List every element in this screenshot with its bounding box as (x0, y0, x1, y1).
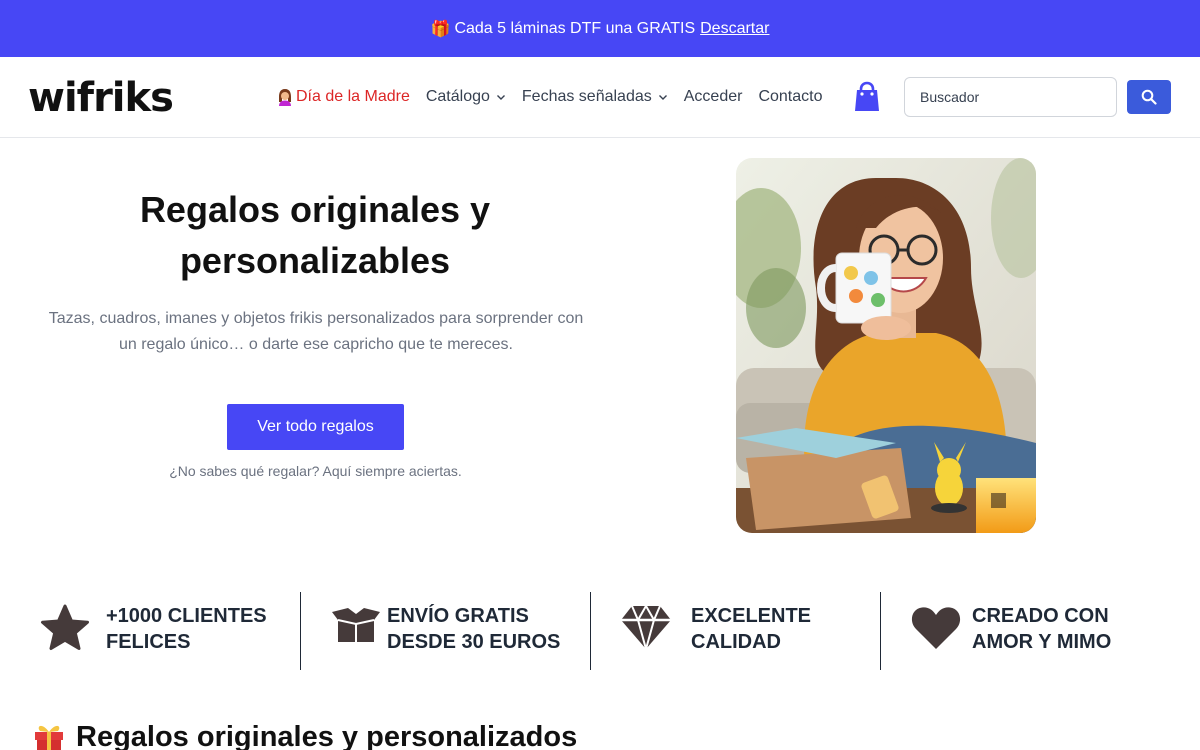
feature-quality: EXCELENTE CALIDAD (591, 592, 880, 670)
nav-item-acceder[interactable]: Acceder (684, 88, 743, 106)
diamond-icon (621, 604, 671, 650)
dismiss-link[interactable]: Descartar (700, 20, 769, 38)
nav-label: Contacto (758, 88, 823, 105)
feature-love: CREADO CON AMOR Y MIMO (881, 592, 1181, 670)
promo-text: Cada 5 láminas DTF una GRATIS (454, 19, 696, 37)
view-all-gifts-button[interactable]: Ver todo regalos (227, 404, 404, 450)
hero-image (736, 158, 1036, 533)
nav-label: Día de la Madre (296, 88, 410, 105)
feature-line2: FELICES (106, 631, 191, 653)
main-nav: Día de la Madre Catálogo Fechas señalada… (276, 85, 839, 109)
nav-item-contacto[interactable]: Contacto (758, 88, 822, 106)
feature-line2: AMOR Y MIMO (972, 631, 1112, 653)
section-title: Regalos originales y personalizados (32, 720, 577, 750)
feature-line1: CREADO CON (972, 605, 1109, 627)
woman-emoji-icon (279, 89, 291, 106)
logo[interactable]: wifriks (28, 75, 174, 121)
heart-icon (911, 607, 961, 649)
section-title-text: Regalos originales y personalizados (76, 720, 578, 750)
box-icon (332, 608, 380, 642)
feature-line2: DESDE 30 EUROS (387, 631, 561, 653)
site-header: wifriks Día de la Madre Catálogo Fechas … (0, 57, 1200, 138)
features-row: +1000 CLIENTES FELICES ENVÍO GRATIS DESD… (0, 592, 1200, 672)
hero-subtitle: Tazas, cuadros, imanes y objetos frikis … (48, 310, 584, 353)
feature-shipping: ENVÍO GRATIS DESDE 30 EUROS (301, 592, 590, 670)
promo-banner: 🎁 Cada 5 láminas DTF una GRATIS Descarta… (0, 0, 1200, 57)
nav-label: Catálogo (425, 88, 490, 105)
feature-clients: +1000 CLIENTES FELICES (0, 592, 300, 670)
feature-line1: +1000 CLIENTES (106, 605, 267, 627)
nav-label: Acceder (683, 88, 743, 105)
search-button[interactable] (1127, 80, 1171, 114)
gift-icon (35, 725, 63, 750)
nav-item-catalogo[interactable]: Catálogo (426, 88, 506, 106)
chevron-down-icon (496, 95, 505, 100)
star-icon (41, 604, 89, 650)
feature-line2: CALIDAD (691, 631, 781, 653)
chevron-down-icon (658, 95, 667, 100)
nav-item-dia-de-la-madre[interactable]: Día de la Madre (276, 88, 410, 106)
nav-item-fechas-senaladas[interactable]: Fechas señaladas (522, 88, 668, 106)
feature-line1: EXCELENTE (691, 605, 812, 627)
hero-note: ¿No sabes qué regalar? Aquí siempre acie… (169, 463, 462, 479)
search-input[interactable] (904, 77, 1117, 117)
shopping-bag-icon[interactable] (852, 81, 882, 113)
nav-label: Fechas señaladas (521, 88, 652, 105)
gift-icon: 🎁 (430, 20, 451, 38)
search-icon (1141, 89, 1157, 105)
hero-title: Regalos originales y personalizables (139, 189, 491, 281)
feature-line1: ENVÍO GRATIS (387, 605, 529, 627)
